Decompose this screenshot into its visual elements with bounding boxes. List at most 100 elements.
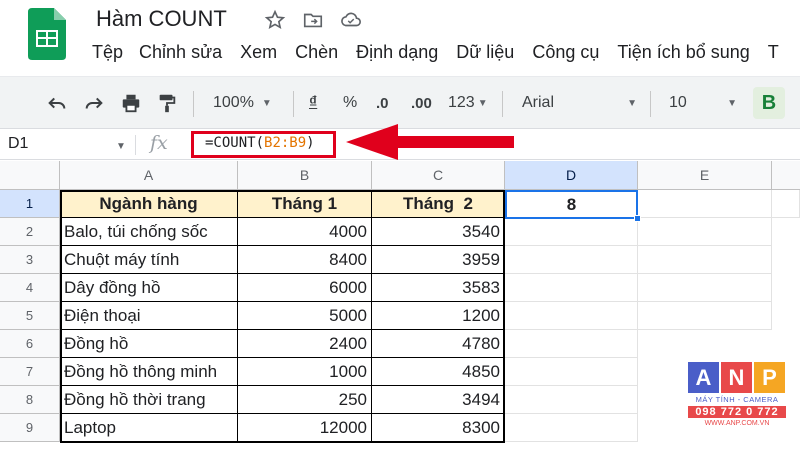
- table-cell-month2[interactable]: 3583: [372, 274, 505, 302]
- cell-empty[interactable]: [505, 358, 638, 386]
- table-cell-month2[interactable]: 8300: [372, 414, 505, 442]
- fill-handle[interactable]: [634, 215, 641, 222]
- table-cell-month1[interactable]: 250: [238, 386, 372, 414]
- row-header[interactable]: 3: [0, 246, 60, 274]
- table-cell-month1[interactable]: 5000: [238, 302, 372, 330]
- cell-e1[interactable]: [638, 190, 772, 218]
- menu-tools[interactable]: Công cụ: [532, 42, 599, 63]
- menu-data[interactable]: Dữ liệu: [456, 42, 514, 63]
- cell-empty[interactable]: [638, 274, 772, 302]
- name-box[interactable]: D1: [8, 135, 28, 153]
- zoom-select[interactable]: 100% ▼: [213, 91, 272, 115]
- table-cell-month1[interactable]: 2400: [238, 330, 372, 358]
- table-divider: [60, 273, 505, 274]
- font-size-select[interactable]: 10 ▼: [669, 91, 737, 115]
- cell-empty[interactable]: [638, 246, 772, 274]
- table-cell-category[interactable]: Chuột máy tính: [60, 246, 238, 274]
- table-header-month2[interactable]: Tháng 2: [372, 190, 505, 218]
- column-header-d[interactable]: D: [505, 161, 638, 190]
- menu-edit[interactable]: Chỉnh sửa: [139, 42, 222, 63]
- percent-format-button[interactable]: %: [343, 91, 357, 115]
- cell-f1[interactable]: [772, 190, 800, 218]
- decrease-decimal-button[interactable]: .0: [376, 91, 389, 115]
- document-title[interactable]: Hàm COUNT: [96, 6, 227, 32]
- table-cell-category[interactable]: Dây đồng hồ: [60, 274, 238, 302]
- table-cell-category[interactable]: Laptop: [60, 414, 238, 442]
- cell-empty[interactable]: [505, 302, 638, 330]
- table-divider: [237, 190, 238, 443]
- bold-button[interactable]: B: [753, 87, 785, 119]
- logo-tagline: MÁY TÍNH - CAMERA: [695, 395, 779, 404]
- paint-format-icon[interactable]: [156, 91, 178, 115]
- undo-icon[interactable]: [46, 91, 68, 115]
- chevron-down-icon: ▼: [727, 97, 737, 109]
- column-header-a[interactable]: A: [60, 161, 238, 190]
- row-header[interactable]: 5: [0, 302, 60, 330]
- menu-help[interactable]: T: [768, 42, 779, 63]
- table-cell-month1[interactable]: 1000: [238, 358, 372, 386]
- table-header-category[interactable]: Ngành hàng: [60, 190, 238, 218]
- cell-empty[interactable]: [638, 302, 772, 330]
- menu-addons[interactable]: Tiện ích bổ sung: [617, 42, 749, 63]
- table-cell-month2[interactable]: 1200: [372, 302, 505, 330]
- table-cell-category[interactable]: Điện thoại: [60, 302, 238, 330]
- column-header-f[interactable]: [772, 161, 800, 190]
- star-icon[interactable]: [263, 8, 287, 32]
- more-formats-select[interactable]: 123 ▼: [448, 91, 488, 115]
- table-cell-month2[interactable]: 3540: [372, 218, 505, 246]
- table-cell-month2[interactable]: 4780: [372, 330, 505, 358]
- row-header[interactable]: 2: [0, 218, 60, 246]
- table-cell-month2[interactable]: 4850: [372, 358, 505, 386]
- table-cell-month1[interactable]: 4000: [238, 218, 372, 246]
- table-cell-category[interactable]: Balo, túi chống sốc: [60, 218, 238, 246]
- formula-input[interactable]: =COUNT(B2:B9): [205, 135, 315, 151]
- table-cell-category[interactable]: Đồng hồ thời trang: [60, 386, 238, 414]
- column-header-c[interactable]: C: [372, 161, 505, 190]
- table-divider: [60, 357, 505, 358]
- column-header-e[interactable]: E: [638, 161, 772, 190]
- table-cell-month1[interactable]: 12000: [238, 414, 372, 442]
- cell-empty[interactable]: [505, 330, 638, 358]
- table-divider: [60, 245, 505, 246]
- menu-insert[interactable]: Chèn: [295, 42, 338, 63]
- table-divider: [60, 217, 505, 218]
- column-header-b[interactable]: B: [238, 161, 372, 190]
- cell-empty[interactable]: [638, 218, 772, 246]
- formula-suffix: ): [306, 135, 315, 151]
- table-cell-month2[interactable]: 3494: [372, 386, 505, 414]
- table-cell-month1[interactable]: 8400: [238, 246, 372, 274]
- font-family-select[interactable]: Arial ▼: [522, 91, 637, 115]
- select-all-corner[interactable]: [0, 161, 60, 190]
- table-cell-category[interactable]: Đồng hồ thông minh: [60, 358, 238, 386]
- row-header[interactable]: 8: [0, 386, 60, 414]
- cell-empty[interactable]: [505, 218, 638, 246]
- row-header[interactable]: 6: [0, 330, 60, 358]
- print-icon[interactable]: [120, 91, 142, 115]
- table-cell-month1[interactable]: 6000: [238, 274, 372, 302]
- move-folder-icon[interactable]: [301, 8, 325, 32]
- currency-format-button[interactable]: ₫: [309, 91, 317, 115]
- redo-icon[interactable]: [83, 91, 105, 115]
- row-header[interactable]: 1: [0, 190, 60, 218]
- cloud-saved-icon[interactable]: [339, 8, 363, 32]
- table-cell-month2[interactable]: 3959: [372, 246, 505, 274]
- selected-cell-d1[interactable]: 8: [505, 190, 638, 219]
- cell-empty[interactable]: [505, 246, 638, 274]
- table-cell-category[interactable]: Đồng hồ: [60, 330, 238, 358]
- row-header[interactable]: 4: [0, 274, 60, 302]
- row-header[interactable]: 9: [0, 414, 60, 442]
- row-header[interactable]: 7: [0, 358, 60, 386]
- menu-view[interactable]: Xem: [240, 42, 277, 63]
- cell-empty[interactable]: [505, 386, 638, 414]
- table-divider: [60, 385, 505, 386]
- sheets-logo-icon[interactable]: [28, 8, 66, 60]
- table-header-month1[interactable]: Tháng 1: [238, 190, 372, 218]
- menu-format[interactable]: Định dạng: [356, 42, 438, 63]
- cell-empty[interactable]: [505, 274, 638, 302]
- increase-decimal-button[interactable]: .00: [411, 91, 432, 115]
- menu-file[interactable]: Tệp: [92, 42, 123, 63]
- red-arrow-icon: [346, 124, 514, 160]
- cell-empty[interactable]: [505, 414, 638, 442]
- decrease-decimal-label: .0: [376, 94, 389, 112]
- chevron-down-icon[interactable]: ▼: [116, 141, 126, 152]
